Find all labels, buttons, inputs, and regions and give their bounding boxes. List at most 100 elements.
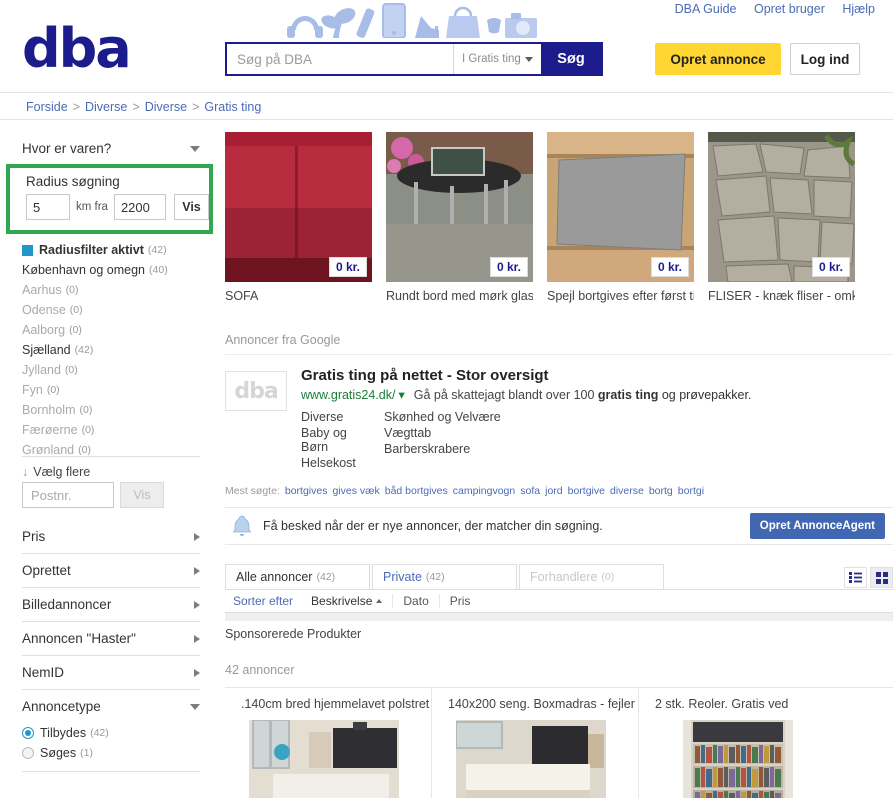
radio-unselected-icon[interactable] <box>22 747 34 759</box>
listing-title[interactable]: 140x200 seng. Boxmadras - fejler <box>448 697 638 711</box>
location-item-jylland[interactable]: Jylland (0) <box>22 360 202 380</box>
search-input[interactable] <box>227 44 453 74</box>
listing-image-bookshelf[interactable] <box>683 720 793 798</box>
location-item-radiusfilter[interactable]: Radiusfilter aktivt (42) <box>22 240 202 260</box>
listing-price: 0 kr. <box>328 257 367 277</box>
sidebar-section-haster[interactable]: Annoncen "Haster" <box>22 622 200 656</box>
sponsored-listings: .140cm bred hjemmelavet polstret 140x200… <box>225 687 893 798</box>
most-searched-term[interactable]: bortg <box>649 485 673 497</box>
listing-image-grey-mirror-panel[interactable]: 0 kr. <box>547 132 694 282</box>
ad-sitelinks-col-1: Diverse Baby og Børn Helsekost <box>301 409 376 471</box>
top-link-opret-bruger[interactable]: Opret bruger <box>754 2 825 16</box>
most-searched-term[interactable]: bortgives <box>285 485 328 497</box>
radius-show-button[interactable]: Vis <box>173 194 209 220</box>
most-searched-term[interactable]: bortgi <box>678 485 704 497</box>
breadcrumb-item-diverse-1[interactable]: Diverse <box>85 100 127 114</box>
tab-forhandlere[interactable]: Forhandlere (0) <box>519 564 664 589</box>
breadcrumb-item-diverse-2[interactable]: Diverse <box>145 100 187 114</box>
location-item-fyn[interactable]: Fyn (0) <box>22 380 202 400</box>
listing-image-broken-tiles-path[interactable]: 0 kr. <box>708 132 855 282</box>
listing-card[interactable]: 0 kr. FLISER - knæk fliser - omk... <box>708 132 855 303</box>
most-searched-term[interactable]: bortgive <box>568 485 605 497</box>
top-link-dba-guide[interactable]: DBA Guide <box>675 2 737 16</box>
location-item-koebenhavn[interactable]: København og omegn (40) <box>22 260 202 280</box>
create-ad-button[interactable]: Opret annonce <box>655 43 781 75</box>
listing-title[interactable]: 2 stk. Reoler. Gratis ved <box>655 697 846 711</box>
location-item-bornholm[interactable]: Bornholm (0) <box>22 400 202 420</box>
location-item-odense[interactable]: Odense (0) <box>22 300 202 320</box>
sort-option-pris[interactable]: Pris <box>438 594 481 608</box>
login-button[interactable]: Log ind <box>790 43 860 75</box>
category-select[interactable]: I Gratis ting <box>453 44 541 74</box>
listing-title[interactable]: FLISER - knæk fliser - omk... <box>708 289 855 303</box>
chevron-right-icon <box>194 668 200 677</box>
ad-sitelink[interactable]: Diverse <box>301 409 376 425</box>
tab-alle-annoncer[interactable]: Alle annoncer (42) <box>225 564 370 589</box>
ad-url[interactable]: www.gratis24.dk/ <box>301 388 395 402</box>
sidebar-section-annoncetype[interactable]: Annoncetype <box>22 690 200 723</box>
listing-image-round-glass-table[interactable]: 0 kr. <box>386 132 533 282</box>
most-searched-term[interactable]: gives væk <box>332 485 379 497</box>
list-view-icon[interactable] <box>844 567 867 588</box>
postnr-show-button[interactable]: Vis <box>120 482 164 508</box>
sidebar-section-pris[interactable]: Pris <box>22 520 200 554</box>
chevron-right-icon <box>194 532 200 541</box>
search-button[interactable]: Søg <box>541 44 601 74</box>
ad-sitelink[interactable]: Vægttab <box>384 425 501 441</box>
breadcrumb-item-gratis-ting[interactable]: Gratis ting <box>204 100 261 114</box>
chevron-down-icon[interactable]: ▾ <box>398 388 404 402</box>
listing-card[interactable]: 140x200 seng. Boxmadras - fejler <box>432 688 639 798</box>
ad-type-option-soeges[interactable]: Søges (1) <box>0 743 220 763</box>
ad-type-option-tilbydes[interactable]: Tilbydes (42) <box>0 723 220 743</box>
location-label: Odense <box>22 303 66 317</box>
most-searched-term[interactable]: jord <box>545 485 563 497</box>
listing-title[interactable]: SOFA <box>225 289 372 303</box>
location-item-sjaelland[interactable]: Sjælland (42) <box>22 340 202 360</box>
radio-selected-icon[interactable] <box>22 727 34 739</box>
ad-sitelink[interactable]: Barberskrabere <box>384 441 501 457</box>
radius-km-input[interactable] <box>26 194 70 220</box>
select-more-link[interactable]: ↓ Vælg flere <box>22 456 200 479</box>
ad-sitelink[interactable]: Helsekost <box>301 455 376 471</box>
most-searched-term[interactable]: diverse <box>610 485 644 497</box>
sidebar-section-billedannoncer[interactable]: Billedannoncer <box>22 588 200 622</box>
location-item-faeroeerne[interactable]: Færøerne (0) <box>22 420 202 440</box>
top-link-hjaelp[interactable]: Hjælp <box>842 2 875 16</box>
listing-title[interactable]: Spejl bortgives efter først ti <box>547 289 694 303</box>
grid-view-icon[interactable] <box>870 567 893 588</box>
listing-image-bedroom-bed-1[interactable] <box>249 720 399 798</box>
sort-option-beskrivelse[interactable]: Beskrivelse <box>301 594 392 608</box>
arrow-down-icon: ↓ <box>22 465 29 479</box>
dba-logo[interactable]: dba <box>22 22 132 76</box>
location-label: Grønland <box>22 443 75 457</box>
listing-card[interactable]: 0 kr. SOFA <box>225 132 372 303</box>
listing-title[interactable]: Rundt bord med mørk glas... <box>386 289 533 303</box>
location-item-aarhus[interactable]: Aarhus (0) <box>22 280 202 300</box>
listing-card[interactable]: .140cm bred hjemmelavet polstret <box>225 688 432 798</box>
location-item-aalborg[interactable]: Aalborg (0) <box>22 320 202 340</box>
ad-title[interactable]: Gratis ting på nettet - Stor oversigt <box>301 367 893 384</box>
sidebar-section-location[interactable]: Hvor er varen? <box>22 132 200 166</box>
listing-card[interactable]: 0 kr. Spejl bortgives efter først ti <box>547 132 694 303</box>
ad-sitelink[interactable]: Skønhed og Velvære <box>384 409 501 425</box>
sort-option-dato[interactable]: Dato <box>392 594 438 608</box>
ad-sitelink[interactable]: Baby og Børn <box>301 425 376 455</box>
checkbox-checked-icon[interactable] <box>22 244 33 256</box>
listing-image-bedroom-bed-2[interactable] <box>456 720 606 798</box>
breadcrumb-item-forside[interactable]: Forside <box>26 100 68 114</box>
sidebar-section-oprettet[interactable]: Oprettet <box>22 554 200 588</box>
view-toggle-group <box>844 567 893 588</box>
listing-title[interactable]: .140cm bred hjemmelavet polstret <box>241 697 431 711</box>
sidebar-section-nemid[interactable]: NemID <box>22 656 200 690</box>
create-annonce-agent-button[interactable]: Opret AnnonceAgent <box>749 513 885 539</box>
radius-zip-input[interactable] <box>113 194 166 220</box>
most-searched-term[interactable]: båd bortgives <box>385 485 448 497</box>
listing-card[interactable]: 2 stk. Reoler. Gratis ved <box>639 688 846 798</box>
postnr-input[interactable] <box>22 482 114 508</box>
sidebar-section-label: Billedannoncer <box>22 597 112 612</box>
most-searched-term[interactable]: campingvogn <box>453 485 515 497</box>
listing-image-red-sofa[interactable]: 0 kr. <box>225 132 372 282</box>
most-searched-term[interactable]: sofa <box>520 485 540 497</box>
listing-card[interactable]: 0 kr. Rundt bord med mørk glas... <box>386 132 533 303</box>
tab-private[interactable]: Private (42) <box>372 564 517 589</box>
